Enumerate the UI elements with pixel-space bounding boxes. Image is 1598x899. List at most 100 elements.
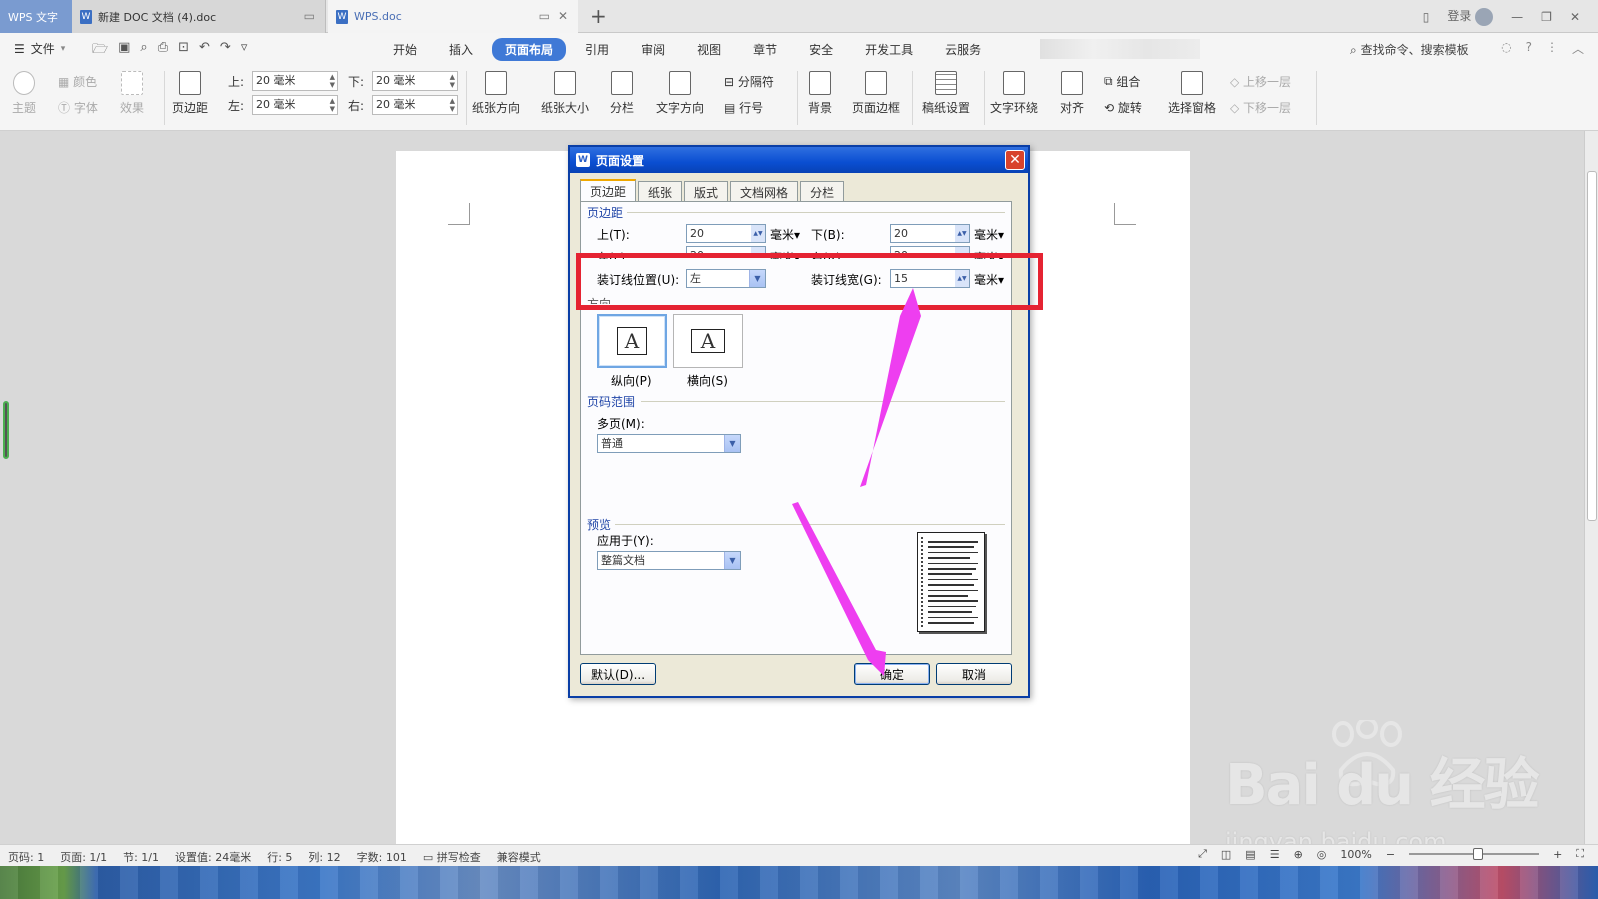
collapse-ribbon-icon[interactable]: ︿ <box>1572 40 1584 57</box>
apply-to-select[interactable]: 整篇文档 ▼ <box>597 551 741 570</box>
spell-check-button[interactable]: ▭ 拼写检查 <box>423 849 481 865</box>
file-menu[interactable]: ☰ 文件 ▾ <box>14 40 65 57</box>
line-numbers-button[interactable]: ▤ 行号 <box>724 99 763 116</box>
tab-references[interactable]: 引用 <box>572 38 622 61</box>
close-icon[interactable]: ✕ <box>558 9 568 23</box>
tab-layout[interactable]: 版式 <box>684 181 729 201</box>
spin-arrows-icon[interactable]: ▲▼ <box>955 225 969 242</box>
send-backward-button[interactable]: ◇ 下移一层 <box>1230 99 1291 116</box>
vertical-scrollbar[interactable] <box>1584 131 1598 844</box>
tab-margins[interactable]: 页边距 <box>580 179 637 201</box>
tab-paper[interactable]: 纸张 <box>638 181 683 201</box>
wrap-text-button[interactable]: 文字环绕 <box>990 71 1038 116</box>
restore-icon[interactable]: ❐ <box>1541 10 1552 24</box>
default-button[interactable]: 默认(D)... <box>580 663 656 685</box>
new-tab-button[interactable]: + <box>590 4 607 28</box>
effects-button[interactable]: 效果 <box>120 71 144 116</box>
side-panel-handle[interactable] <box>3 401 9 459</box>
breaks-button[interactable]: ⊟ 分隔符 <box>724 73 774 90</box>
dialog-title-bar[interactable]: W 页面设置 ✕ <box>570 147 1028 173</box>
minimize-icon[interactable]: — <box>1511 10 1523 24</box>
background-button[interactable]: 背景 <box>808 71 832 116</box>
dropdown-arrow-icon[interactable]: ▼ <box>724 552 740 569</box>
save-icon[interactable]: ▣ <box>118 40 130 62</box>
spin-icon[interactable]: ▲ ▼ <box>450 97 455 113</box>
two-page-view-icon[interactable]: ◫ <box>1221 848 1231 861</box>
more-icon[interactable]: ⋮ <box>1546 40 1558 57</box>
tab-developer[interactable]: 开发工具 <box>852 38 926 61</box>
outline-view-icon[interactable]: ☰ <box>1270 848 1280 861</box>
login-button[interactable]: 登录 <box>1447 7 1494 26</box>
tab-review[interactable]: 审阅 <box>628 38 678 61</box>
margins-button[interactable]: 页边距 <box>172 71 208 116</box>
landscape-button[interactable]: A <box>673 314 743 368</box>
zoom-in-icon[interactable]: + <box>1553 848 1562 861</box>
cancel-button[interactable]: 取消 <box>936 663 1012 685</box>
zoom-level[interactable]: 100% <box>1340 848 1371 861</box>
scrollbar-thumb[interactable] <box>1587 171 1597 521</box>
tab-view[interactable]: 视图 <box>684 38 734 61</box>
ok-button[interactable]: 确定 <box>854 663 930 685</box>
columns-button[interactable]: 分栏 <box>610 71 634 116</box>
zoom-out-icon[interactable]: − <box>1386 848 1395 861</box>
spin-arrows-icon[interactable]: ▲▼ <box>751 225 765 242</box>
status-word-count[interactable]: 字数: 101 <box>357 849 407 865</box>
tab-section[interactable]: 章节 <box>740 38 790 61</box>
align-button[interactable]: 对齐 <box>1060 71 1084 116</box>
bottom-margin-field[interactable]: 20 ▲▼ <box>890 224 970 243</box>
manuscript-button[interactable]: 稿纸设置 <box>922 71 970 116</box>
fonts-button[interactable]: Ⓣ 字体 <box>58 99 98 116</box>
text-direction-button[interactable]: 文字方向 <box>656 71 704 116</box>
page-view-icon[interactable]: ▤ <box>1245 848 1255 861</box>
tab-cloud[interactable]: 云服务 <box>932 38 994 61</box>
web-view-icon[interactable]: ⊕ <box>1294 848 1303 861</box>
page-border-button[interactable]: 页面边框 <box>852 71 900 116</box>
right-margin-input[interactable]: 20 毫米 ▲ ▼ <box>372 95 458 115</box>
monitor-icon[interactable]: ▭ <box>304 9 315 23</box>
colors-button[interactable]: ▦ 颜色 <box>58 73 97 90</box>
app-tab[interactable]: WPS 文字 <box>0 0 72 33</box>
open-icon[interactable]: 🗁 <box>92 40 108 62</box>
orientation-button[interactable]: 纸张方向 <box>472 71 520 116</box>
print-icon[interactable]: ⎙ <box>158 40 168 62</box>
tab-insert[interactable]: 插入 <box>436 38 486 61</box>
layout-icon[interactable]: ▯ <box>1423 10 1430 24</box>
rotate-button[interactable]: ⟲ 旋转 <box>1104 99 1142 116</box>
top-margin-input[interactable]: 20 毫米 ▲ ▼ <box>252 71 338 91</box>
dialog-close-button[interactable]: ✕ <box>1005 150 1025 170</box>
top-unit-dropdown[interactable]: 毫米▾ <box>770 226 800 243</box>
spin-icon[interactable]: ▲ ▼ <box>330 73 335 89</box>
group-button[interactable]: ⧉ 组合 <box>1104 73 1140 90</box>
spin-icon[interactable]: ▲ ▼ <box>330 97 335 113</box>
paper-size-button[interactable]: 纸张大小 <box>541 71 589 116</box>
left-margin-input[interactable]: 20 毫米 ▲ ▼ <box>252 95 338 115</box>
feedback-icon[interactable]: ◌ <box>1501 40 1511 57</box>
doc-tab-inactive[interactable]: W 新建 DOC 文档 (4).doc ▭ <box>72 0 326 33</box>
fit-icon[interactable]: ⛶ <box>1576 847 1584 861</box>
read-mode-icon[interactable]: ◎ <box>1317 848 1327 861</box>
top-margin-field[interactable]: 20 ▲▼ <box>686 224 766 243</box>
monitor-icon[interactable]: ▭ <box>539 9 550 23</box>
tab-doc-grid[interactable]: 文档网格 <box>730 181 799 201</box>
spin-icon[interactable]: ▲ ▼ <box>450 73 455 89</box>
bottom-unit-dropdown[interactable]: 毫米▾ <box>974 226 1004 243</box>
zoom-slider-knob[interactable] <box>1473 848 1484 860</box>
bottom-margin-input[interactable]: 20 毫米 ▲ ▼ <box>372 71 458 91</box>
tab-home[interactable]: 开始 <box>380 38 430 61</box>
find-icon[interactable]: ⌕ <box>140 40 147 62</box>
doc-tab-active[interactable]: W WPS.doc ▭ ✕ <box>328 0 578 33</box>
fullscreen-icon[interactable]: ⤢ <box>1198 847 1207 861</box>
theme-button[interactable]: 主题 <box>12 71 36 116</box>
dropdown-arrow-icon[interactable]: ▼ <box>724 435 740 452</box>
undo-icon[interactable]: ↶ <box>199 40 210 62</box>
window-close-icon[interactable]: ✕ <box>1570 10 1580 24</box>
zoom-slider[interactable] <box>1409 848 1540 860</box>
tab-security[interactable]: 安全 <box>796 38 846 61</box>
command-search[interactable]: ⌕ 查找命令、搜索模板 <box>1350 41 1469 58</box>
selection-pane-button[interactable]: 选择窗格 <box>1168 71 1216 116</box>
redo-icon[interactable]: ↷ <box>220 40 231 62</box>
tab-page-layout[interactable]: 页面布局 <box>492 38 567 61</box>
multiple-pages-select[interactable]: 普通 ▼ <box>597 434 741 453</box>
print-preview-icon[interactable]: ⊡ <box>178 40 189 62</box>
portrait-button[interactable]: A <box>597 314 667 368</box>
